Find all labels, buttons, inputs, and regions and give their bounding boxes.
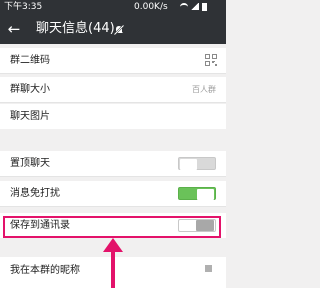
mute-bell-icon: [113, 24, 125, 36]
highlight-box: [3, 216, 221, 238]
divider: [0, 102, 226, 103]
status-bar: 下午3:35 0.00K/s: [0, 0, 226, 14]
row-pin-chat: 置顶聊天: [0, 151, 226, 176]
divider: [0, 176, 226, 177]
qr-code-icon: [205, 54, 217, 66]
wifi-icon: [180, 3, 188, 10]
signal-icon: [191, 3, 199, 10]
network-speed: 0.00K/s: [134, 2, 168, 12]
back-arrow-icon[interactable]: ←: [6, 21, 22, 37]
group-size-value: 百人群: [192, 85, 216, 94]
row-chat-photos[interactable]: 聊天图片: [0, 104, 226, 129]
row-label: 聊天图片: [10, 111, 50, 122]
row-label: 消息免打扰: [10, 188, 60, 199]
pin-chat-toggle[interactable]: [178, 157, 216, 170]
status-icons: [180, 3, 207, 11]
row-label: 群二维码: [10, 55, 50, 66]
toggle-knob: [180, 159, 197, 170]
row-label: 我在本群的昵称: [10, 265, 80, 276]
nickname-value-placeholder: [205, 265, 212, 272]
row-group-qrcode[interactable]: 群二维码: [0, 48, 226, 73]
row-group-size[interactable]: 群聊大小 百人群: [0, 77, 226, 102]
page-title: 聊天信息(44): [36, 21, 115, 36]
status-time: 下午3:35: [4, 2, 43, 12]
row-label: 置顶聊天: [10, 158, 50, 169]
pointer-arrow-shaft: [111, 248, 115, 288]
app-bar: ← 聊天信息(44): [0, 14, 226, 44]
row-label: 群聊大小: [10, 84, 50, 95]
divider: [0, 73, 226, 74]
mute-toggle[interactable]: [178, 187, 216, 200]
battery-icon: [202, 3, 207, 11]
toggle-knob: [197, 189, 214, 200]
row-mute-notifications: 消息免打扰: [0, 181, 226, 206]
divider: [0, 206, 226, 207]
